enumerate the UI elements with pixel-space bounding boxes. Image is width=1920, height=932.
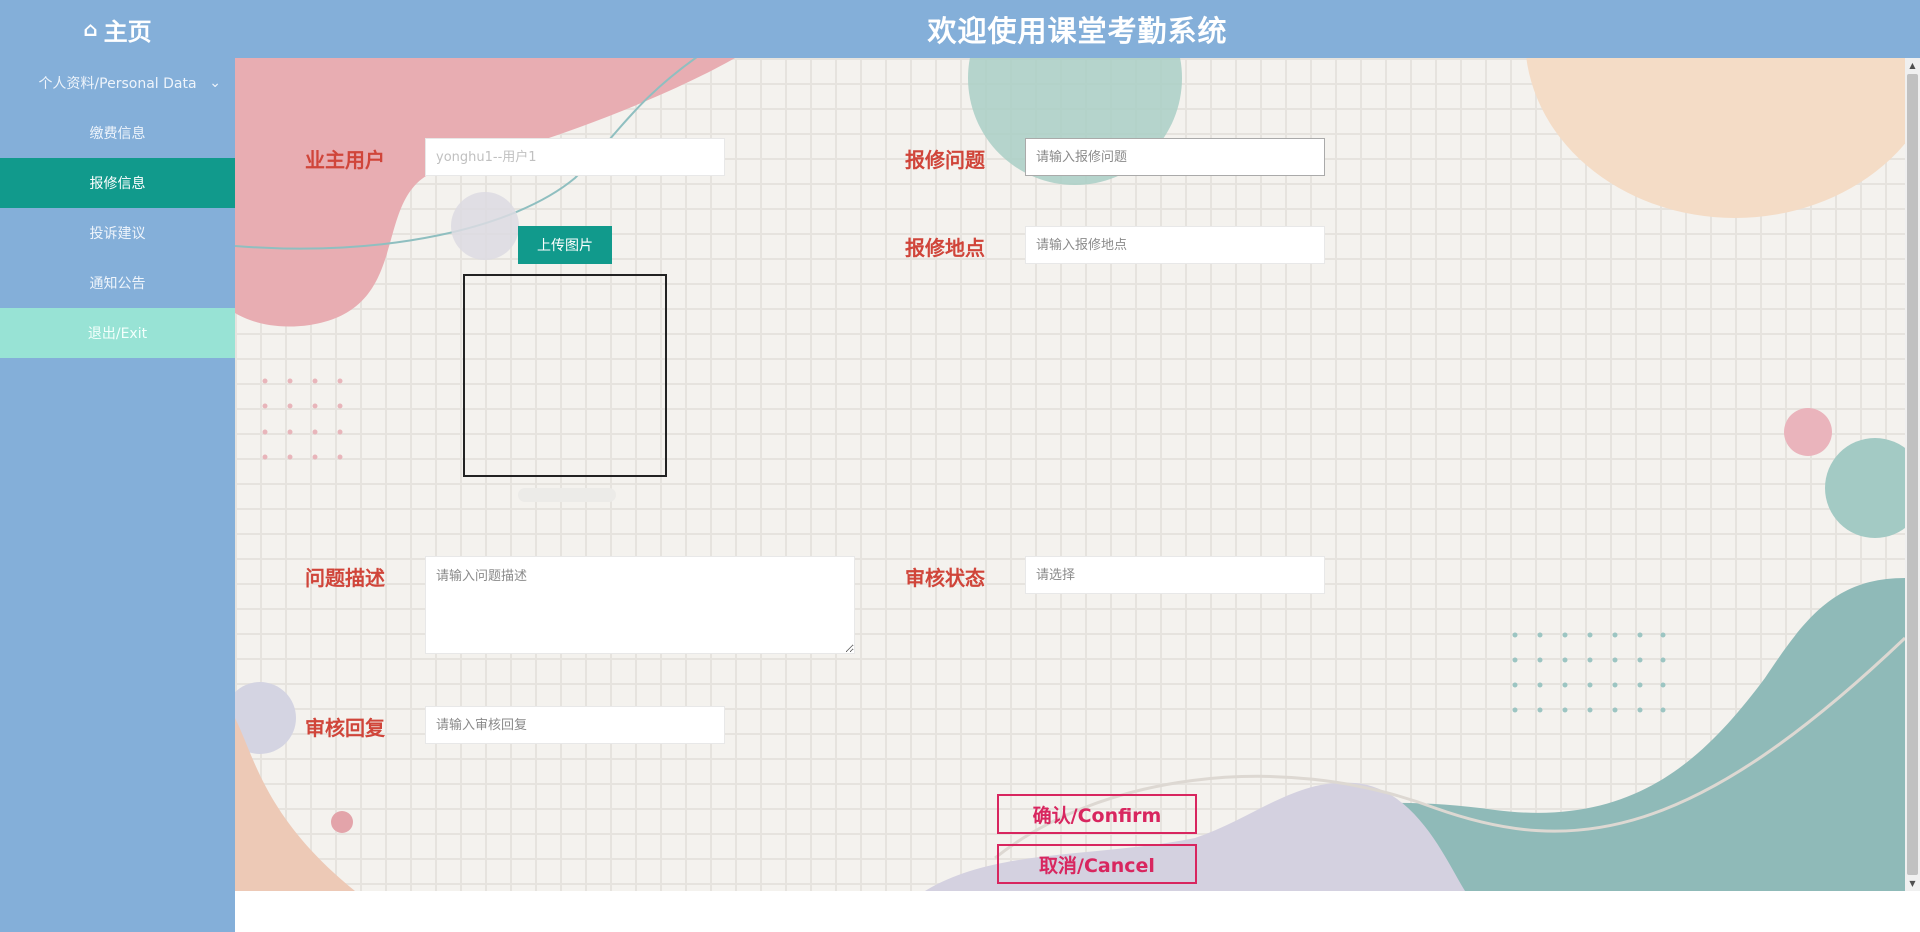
problem-desc-label: 问题描述 [305,566,385,590]
chevron-down-icon: ⌄ [209,75,221,91]
sidebar-item-label: 报修信息 [89,176,146,192]
image-preview-shadow [518,488,616,502]
problem-desc-field[interactable] [425,556,855,654]
vertical-scrollbar[interactable]: ▲ ▼ [1905,58,1920,891]
repair-location-field[interactable] [1025,226,1325,264]
review-status-label: 审核状态 [905,566,985,590]
sidebar-item-label: 个人资料/Personal Data [38,76,197,92]
top-bar: ⌂ 主页 欢迎使用课堂考勤系统 [0,0,1920,58]
sidebar-item-repair[interactable]: 报修信息 [0,158,235,208]
repair-location-label: 报修地点 [905,236,985,260]
sidebar-item-payment[interactable]: 缴费信息 [0,108,235,158]
home-link[interactable]: ⌂ 主页 [0,0,235,58]
sidebar-item-personal-data[interactable]: 个人资料/Personal Data ⌄ [0,58,235,108]
repair-issue-field[interactable] [1025,138,1325,176]
scroll-up-icon[interactable]: ▲ [1905,58,1920,73]
sidebar-item-label: 投诉建议 [89,226,146,242]
system-title: 欢迎使用课堂考勤系统 [927,14,1228,48]
sidebar: 个人资料/Personal Data ⌄ 缴费信息 报修信息 投诉建议 通知公告… [0,58,235,932]
main-content: 业主用户 报修问题 上传图片 报修地点 问题描述 审核状态 审核回复 确认/Co… [235,58,1905,891]
owner-user-label: 业主用户 [305,148,385,172]
sidebar-item-label: 退出/Exit [87,326,148,342]
home-label: 主页 [103,17,152,46]
review-reply-field[interactable] [425,706,725,744]
scroll-down-icon[interactable]: ▼ [1905,876,1920,891]
sidebar-item-complaints[interactable]: 投诉建议 [0,208,235,258]
cancel-button[interactable]: 取消/Cancel [997,844,1197,884]
repair-issue-label: 报修问题 [905,148,985,172]
home-icon: ⌂ [83,17,98,41]
image-preview [463,274,667,477]
upload-image-button[interactable]: 上传图片 [518,226,612,264]
sidebar-item-exit[interactable]: 退出/Exit [0,308,235,358]
review-status-select[interactable] [1025,556,1325,594]
scroll-thumb[interactable] [1907,74,1918,875]
review-reply-label: 审核回复 [305,716,385,740]
sidebar-item-notices[interactable]: 通知公告 [0,258,235,308]
owner-user-field[interactable] [425,138,725,176]
sidebar-item-label: 通知公告 [89,276,146,292]
confirm-button[interactable]: 确认/Confirm [997,794,1197,834]
sidebar-item-label: 缴费信息 [89,126,146,142]
